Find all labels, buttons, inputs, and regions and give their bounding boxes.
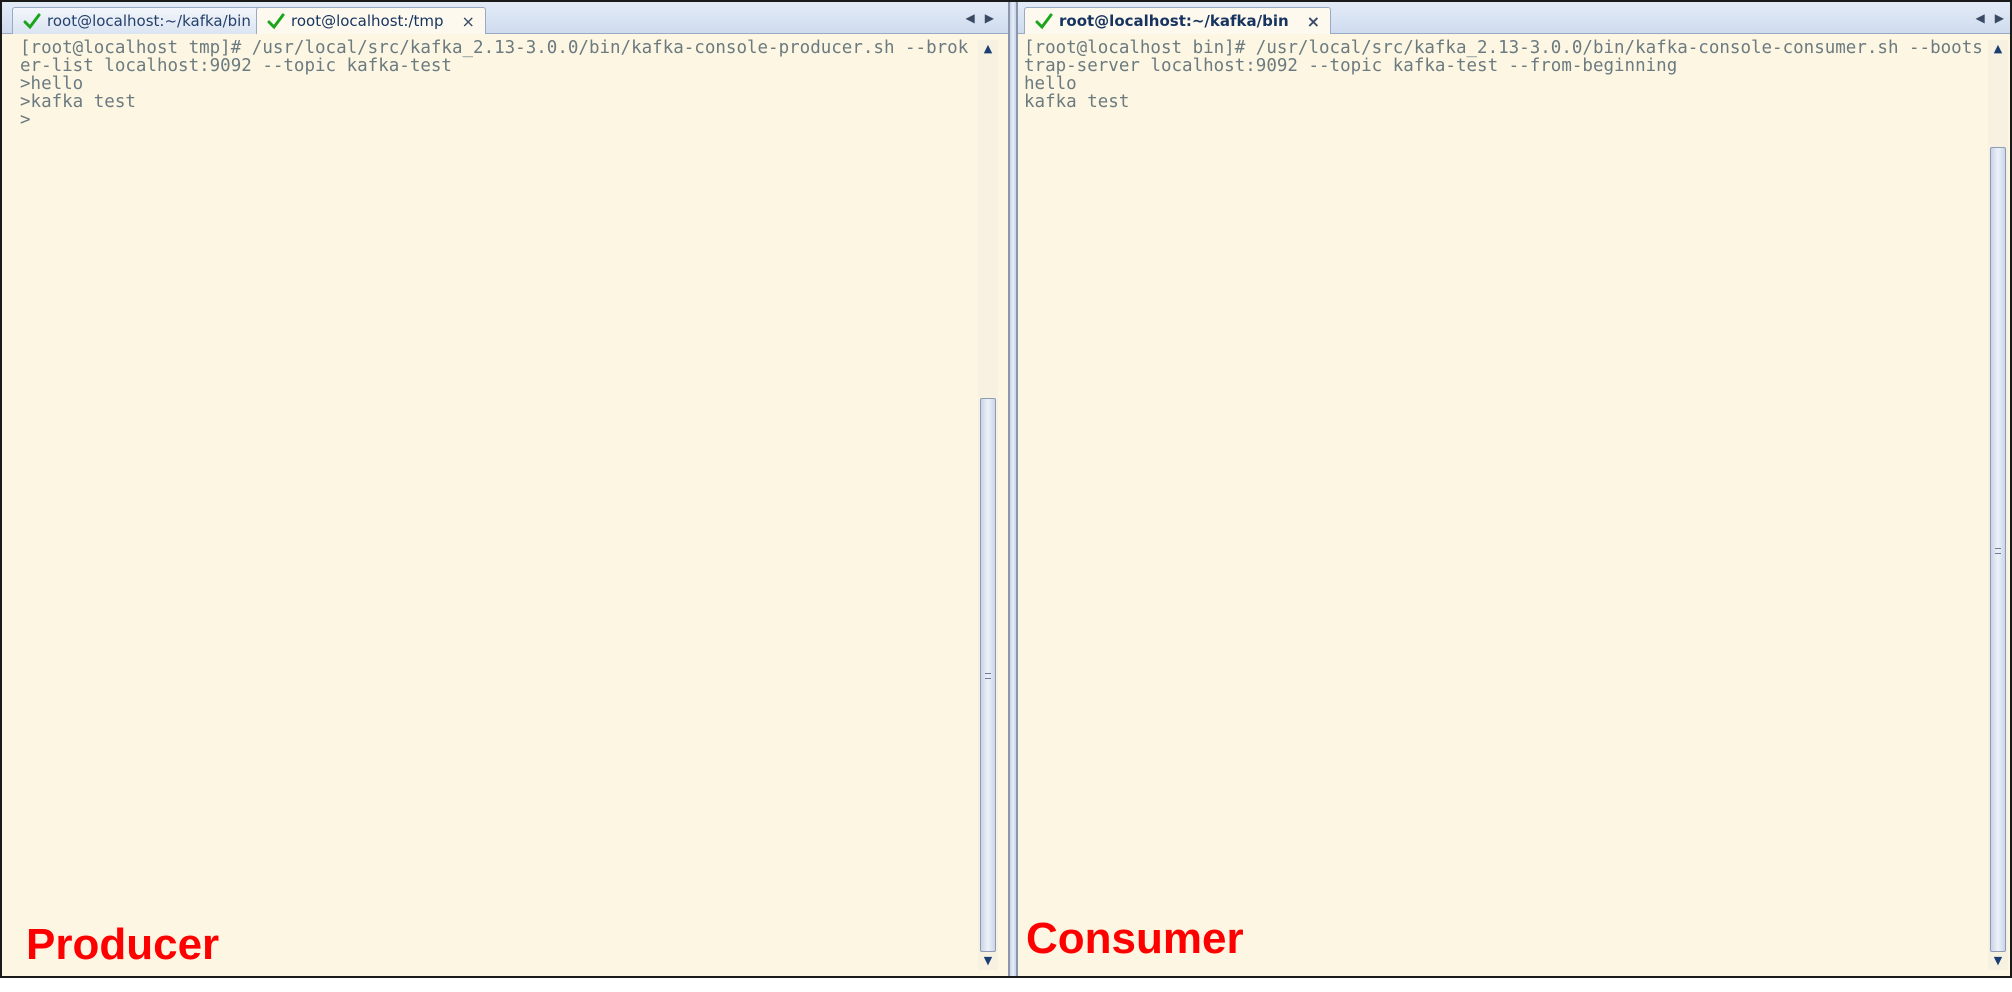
check-icon [1035, 13, 1053, 30]
scroll-down-icon[interactable]: ▼ [978, 952, 998, 970]
close-icon[interactable]: × [462, 12, 475, 31]
producer-label: Producer [26, 920, 220, 969]
check-icon [267, 13, 285, 30]
consumer-scrollbar[interactable]: ▲ ▼ [1988, 40, 2008, 970]
grip-icon [985, 673, 991, 679]
terminal-line: er-list localhost:9092 --topic kafka-tes… [20, 56, 452, 76]
terminal-line: hello [1024, 74, 1077, 94]
terminal-line: kafka test [1024, 92, 1130, 112]
right-tab-bar: root@localhost:~/kafka/bin × ◀ ▶ [1018, 2, 2010, 34]
tab-label: root@localhost:~/kafka/bin [47, 12, 251, 30]
terminal-line: > [20, 110, 31, 130]
scroll-up-icon[interactable]: ▲ [978, 40, 998, 58]
tab-label: root@localhost:/tmp [291, 12, 444, 30]
terminal-line: >hello [20, 74, 84, 94]
consumer-terminal-output[interactable]: [root@localhost bin]# /usr/local/src/kaf… [1022, 35, 1982, 970]
scroll-up-icon[interactable]: ▲ [1988, 40, 2008, 58]
tab-nav-arrows: ◀ ▶ [1976, 11, 2004, 25]
tab-kafka-bin-consumer[interactable]: root@localhost:~/kafka/bin × [1024, 7, 1332, 34]
terminal-line: [root@localhost bin]# /usr/local/src/kaf… [1024, 38, 1982, 58]
tab-prev-icon[interactable]: ◀ [1976, 11, 1985, 25]
terminal-line: [root@localhost tmp]# /usr/local/src/kaf… [20, 38, 969, 58]
tab-next-icon[interactable]: ▶ [1995, 11, 2004, 25]
tab-label: root@localhost:~/kafka/bin [1059, 12, 1289, 30]
producer-terminal-output[interactable]: [root@localhost tmp]# /usr/local/src/kaf… [10, 35, 974, 970]
tab-nav-arrows: ◀ ▶ [966, 11, 994, 25]
tab-prev-icon[interactable]: ◀ [966, 11, 975, 25]
grip-icon [1995, 547, 2001, 554]
check-icon [23, 13, 41, 30]
scroll-down-icon[interactable]: ▼ [1988, 952, 2008, 970]
close-icon[interactable]: × [1307, 12, 1320, 31]
scrollbar-thumb[interactable] [980, 398, 996, 952]
scrollbar-thumb[interactable] [1990, 147, 2006, 952]
terminal-line: >kafka test [20, 92, 136, 112]
app-window: root@localhost:~/kafka/bin root@localhos… [0, 0, 2012, 978]
tab-next-icon[interactable]: ▶ [985, 11, 994, 25]
producer-pane: root@localhost:~/kafka/bin root@localhos… [2, 2, 1010, 976]
tab-tmp[interactable]: root@localhost:/tmp × [256, 7, 486, 34]
consumer-pane: root@localhost:~/kafka/bin × ◀ ▶ [root@l… [1016, 2, 2010, 976]
terminal-line: trap-server localhost:9092 --topic kafka… [1024, 56, 1678, 76]
producer-scrollbar[interactable]: ▲ ▼ [978, 40, 998, 970]
tab-kafka-bin[interactable]: root@localhost:~/kafka/bin [12, 7, 262, 34]
consumer-label: Consumer [1026, 914, 1244, 963]
left-tab-bar: root@localhost:~/kafka/bin root@localhos… [2, 2, 1008, 34]
